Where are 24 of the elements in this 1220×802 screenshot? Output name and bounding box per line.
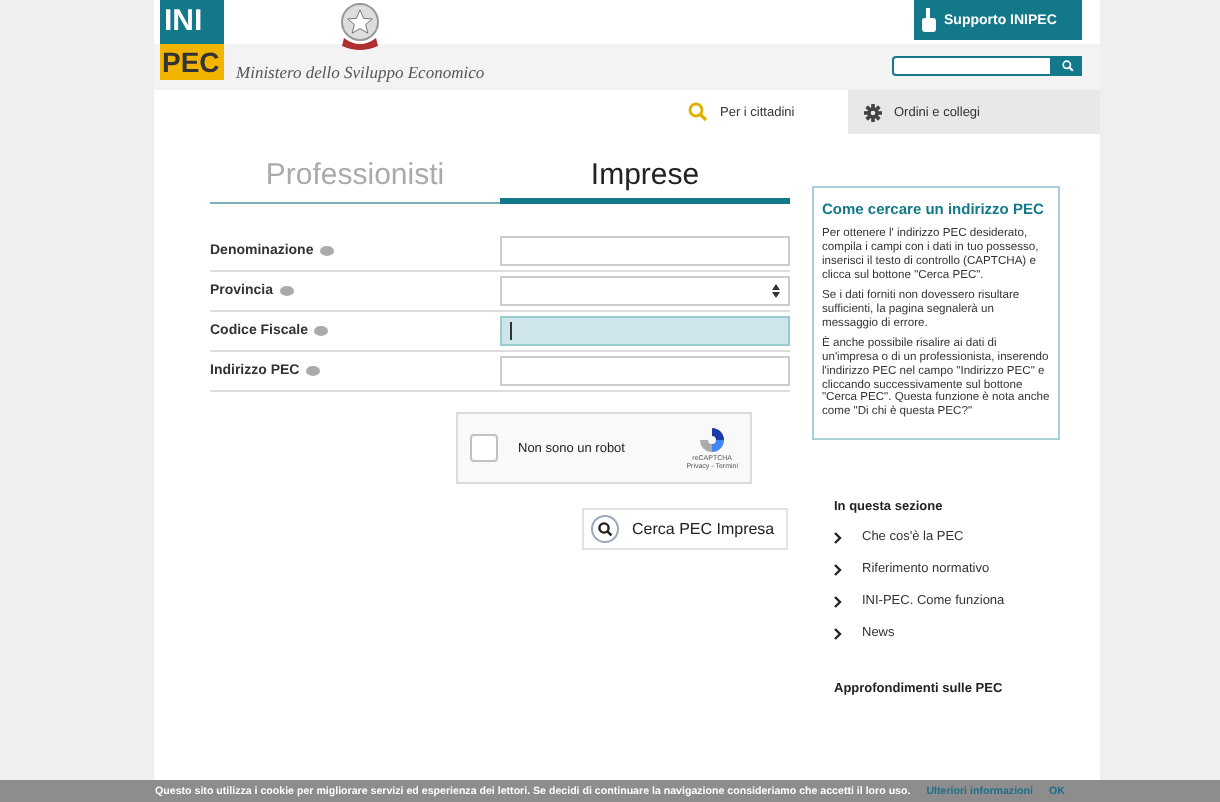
search-icon bbox=[590, 514, 620, 544]
captcha-checkbox[interactable] bbox=[470, 434, 498, 462]
recaptcha-logo-icon bbox=[698, 426, 727, 454]
text-cursor bbox=[510, 322, 512, 340]
search-button[interactable] bbox=[1052, 56, 1082, 76]
hand-icon bbox=[922, 8, 936, 32]
updown-icon bbox=[772, 284, 780, 298]
input-field[interactable] bbox=[500, 316, 790, 346]
tab[interactable]: Imprese bbox=[500, 154, 790, 204]
chevron-icon bbox=[834, 595, 842, 608]
inipec-logo: INI PEC bbox=[160, 0, 224, 84]
input-field[interactable] bbox=[500, 356, 790, 386]
chevron-icon bbox=[834, 563, 842, 576]
search-icon bbox=[1061, 60, 1073, 72]
chevron-icon bbox=[834, 531, 842, 544]
gear-icon bbox=[864, 103, 882, 121]
search-field[interactable] bbox=[892, 56, 1052, 76]
chevron-icon bbox=[834, 627, 842, 640]
ministry-name: Ministero dello Sviluppo Economico bbox=[236, 62, 485, 86]
emblem-icon bbox=[336, 0, 384, 52]
select-field[interactable] bbox=[500, 276, 790, 306]
input-field[interactable] bbox=[500, 236, 790, 266]
search-pec-button[interactable]: Cerca PEC Impresa bbox=[582, 508, 788, 550]
search-icon bbox=[688, 102, 708, 122]
